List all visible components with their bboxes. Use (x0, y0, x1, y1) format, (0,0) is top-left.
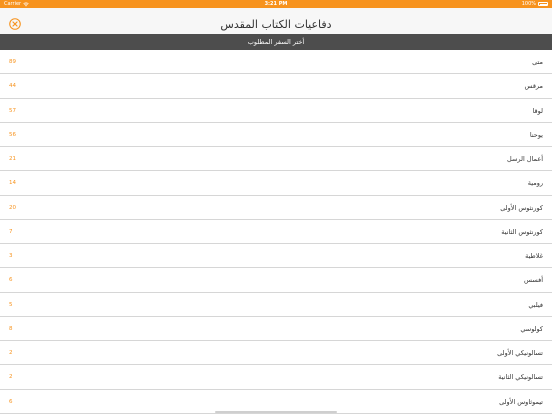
list-item[interactable]: 57 لوقا (0, 99, 552, 123)
home-indicator (215, 411, 337, 413)
list-item[interactable]: 56 يوحنا (0, 123, 552, 147)
book-name: تيموثاوس الأولى (499, 397, 543, 406)
question-count: 3 (9, 253, 13, 259)
book-name: غلاطية (525, 252, 543, 260)
book-name: متى (532, 58, 543, 66)
question-count: 21 (9, 156, 16, 162)
list-item[interactable]: 2 تسالونيكي الثانية (0, 365, 552, 390)
list-item[interactable]: 20 كورنثوس الأولى (0, 196, 552, 220)
book-name: يوحنا (529, 130, 543, 139)
question-count: 14 (9, 180, 16, 187)
question-count: 2 (9, 350, 13, 356)
question-count: 6 (9, 398, 13, 405)
book-name: كولوسي (520, 324, 543, 333)
close-circle-icon (9, 18, 21, 30)
list-item[interactable]: 89 متى (0, 50, 552, 75)
book-name: تسالونيكي الأولى (497, 349, 543, 357)
question-count: 2 (9, 374, 13, 381)
question-count: 56 (9, 131, 16, 138)
status-bar: Carrier 3:21 PM 100% (0, 0, 552, 8)
status-time: 3:21 PM (264, 1, 288, 7)
book-name: أعمال الرسل (507, 155, 543, 163)
question-count: 44 (9, 83, 16, 90)
battery-percent: 100% (521, 1, 536, 7)
question-count: 57 (9, 107, 16, 114)
list-item[interactable]: 7 كورنثوس الثانية (0, 220, 552, 244)
list-item[interactable]: 21 أعمال الرسل (0, 147, 552, 172)
list-item[interactable]: 6 أفسس (0, 268, 552, 293)
book-name: تسالونيكي الثانية (498, 373, 543, 382)
book-name: كورنثوس الأولى (500, 203, 543, 212)
question-count: 8 (9, 325, 13, 332)
book-name: فيلبي (528, 300, 543, 309)
question-count: 89 (9, 59, 16, 65)
book-name: أفسس (524, 276, 543, 285)
list-item[interactable]: 8 كولوسي (0, 317, 552, 341)
battery-icon (538, 2, 548, 6)
question-count: 7 (9, 228, 13, 235)
close-button[interactable] (9, 18, 21, 30)
book-name: رومية (527, 179, 543, 188)
book-name: مرقس (524, 82, 543, 91)
book-name: كورنثوس الثانية (501, 227, 543, 236)
book-list: 89 متى 44 مرقس 57 لوقا 56 يوحنا 21 أعمال الرسل 14 ر… (0, 50, 552, 414)
nav-bar: دفاعيات الكتاب المقدس (0, 8, 552, 34)
status-right: 100% (522, 0, 548, 8)
list-item[interactable]: 5 فيلبي (0, 293, 552, 317)
list-item[interactable]: 3 غلاطية (0, 244, 552, 269)
question-count: 6 (9, 277, 13, 284)
question-count: 20 (9, 204, 16, 211)
list-item[interactable]: 44 مرقس (0, 74, 552, 99)
list-item[interactable]: 14 رومية (0, 171, 552, 196)
list-item[interactable]: 2 تسالونيكي الأولى (0, 341, 552, 366)
question-count: 5 (9, 301, 13, 308)
book-name: لوقا (532, 106, 543, 115)
section-header: أختر السفر المطلوب (0, 34, 552, 50)
